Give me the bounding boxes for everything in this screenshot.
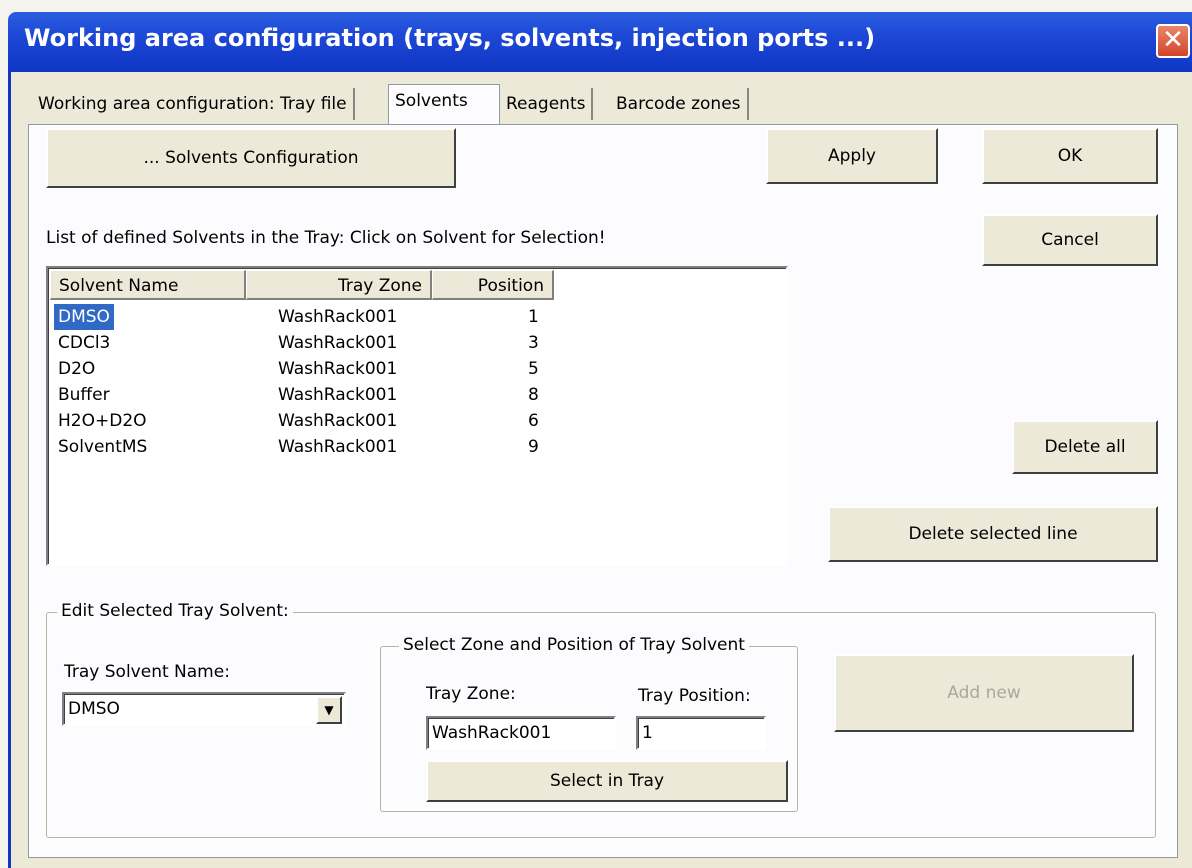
table-row[interactable]: Buffer WashRack001 8: [52, 382, 752, 408]
row-position: 3: [528, 333, 539, 353]
row-tray-zone: WashRack001: [278, 437, 398, 457]
edit-group-title: Edit Selected Tray Solvent:: [57, 601, 293, 621]
tray-zone-field[interactable]: WashRack001: [426, 716, 616, 750]
row-position: 8: [528, 385, 539, 405]
tab-barcode-zones[interactable]: Barcode zones: [610, 88, 749, 120]
title-bar: Working area configuration (trays, solve…: [8, 12, 1192, 72]
column-header-tray-zone[interactable]: Tray Zone: [246, 270, 432, 300]
close-button[interactable]: ✕: [1156, 24, 1190, 58]
tray-solvent-name-label: Tray Solvent Name:: [64, 662, 230, 682]
row-tray-zone: WashRack001: [278, 385, 398, 405]
list-caption: List of defined Solvents in the Tray: Cl…: [46, 228, 606, 248]
chevron-down-icon[interactable]: ▼: [316, 696, 342, 724]
delete-selected-line-button[interactable]: Delete selected line: [828, 506, 1158, 562]
solvents-configuration-button[interactable]: ... Solvents Configuration: [46, 128, 456, 188]
solvents-list[interactable]: Solvent Name Tray Zone Position DMSO Was…: [46, 266, 788, 566]
list-header: Solvent Name Tray Zone Position: [50, 270, 786, 302]
table-row[interactable]: H2O+D2O WashRack001 6: [52, 408, 752, 434]
row-tray-zone: WashRack001: [278, 307, 398, 327]
row-position: 9: [528, 437, 539, 457]
row-tray-zone: WashRack001: [278, 359, 398, 379]
row-tray-zone: WashRack001: [278, 411, 398, 431]
tray-solvent-name-combo[interactable]: DMSO ▼: [62, 692, 346, 726]
tab-tray-file[interactable]: Working area configuration: Tray file: [32, 88, 355, 120]
table-row[interactable]: D2O WashRack001 5: [52, 356, 752, 382]
tray-position-label: Tray Position:: [638, 686, 751, 706]
table-row[interactable]: DMSO WashRack001 1: [52, 304, 752, 330]
row-position: 6: [528, 411, 539, 431]
ok-button[interactable]: OK: [982, 128, 1158, 184]
tab-solvents[interactable]: Solvents: [388, 84, 500, 124]
column-header-position[interactable]: Position: [432, 270, 554, 300]
select-in-tray-button[interactable]: Select in Tray: [426, 760, 788, 802]
tab-reagents[interactable]: Reagents: [500, 88, 594, 120]
close-icon: ✕: [1162, 25, 1184, 55]
delete-all-button[interactable]: Delete all: [1012, 420, 1158, 474]
row-tray-zone: WashRack001: [278, 333, 398, 353]
row-solvent-name: SolventMS: [58, 437, 148, 457]
row-solvent-name: D2O: [58, 359, 96, 379]
row-position: 5: [528, 359, 539, 379]
combo-value: DMSO: [68, 699, 120, 719]
table-row[interactable]: SolventMS WashRack001 9: [52, 434, 752, 460]
table-row[interactable]: CDCl3 WashRack001 3: [52, 330, 752, 356]
cancel-button[interactable]: Cancel: [982, 214, 1158, 266]
row-solvent-name: CDCl3: [58, 333, 111, 353]
row-position: 1: [528, 307, 539, 327]
row-solvent-name: Buffer: [58, 385, 110, 405]
zone-group-title: Select Zone and Position of Tray Solvent: [399, 635, 749, 655]
tray-position-field[interactable]: 1: [636, 716, 766, 750]
row-solvent-name: DMSO: [54, 304, 114, 330]
row-solvent-name: H2O+D2O: [58, 411, 147, 431]
tray-zone-label: Tray Zone:: [426, 684, 516, 704]
add-new-button[interactable]: Add new: [834, 654, 1134, 732]
window-title: Working area configuration (trays, solve…: [24, 24, 876, 52]
apply-button[interactable]: Apply: [766, 128, 938, 184]
column-header-solvent-name[interactable]: Solvent Name: [50, 270, 246, 300]
